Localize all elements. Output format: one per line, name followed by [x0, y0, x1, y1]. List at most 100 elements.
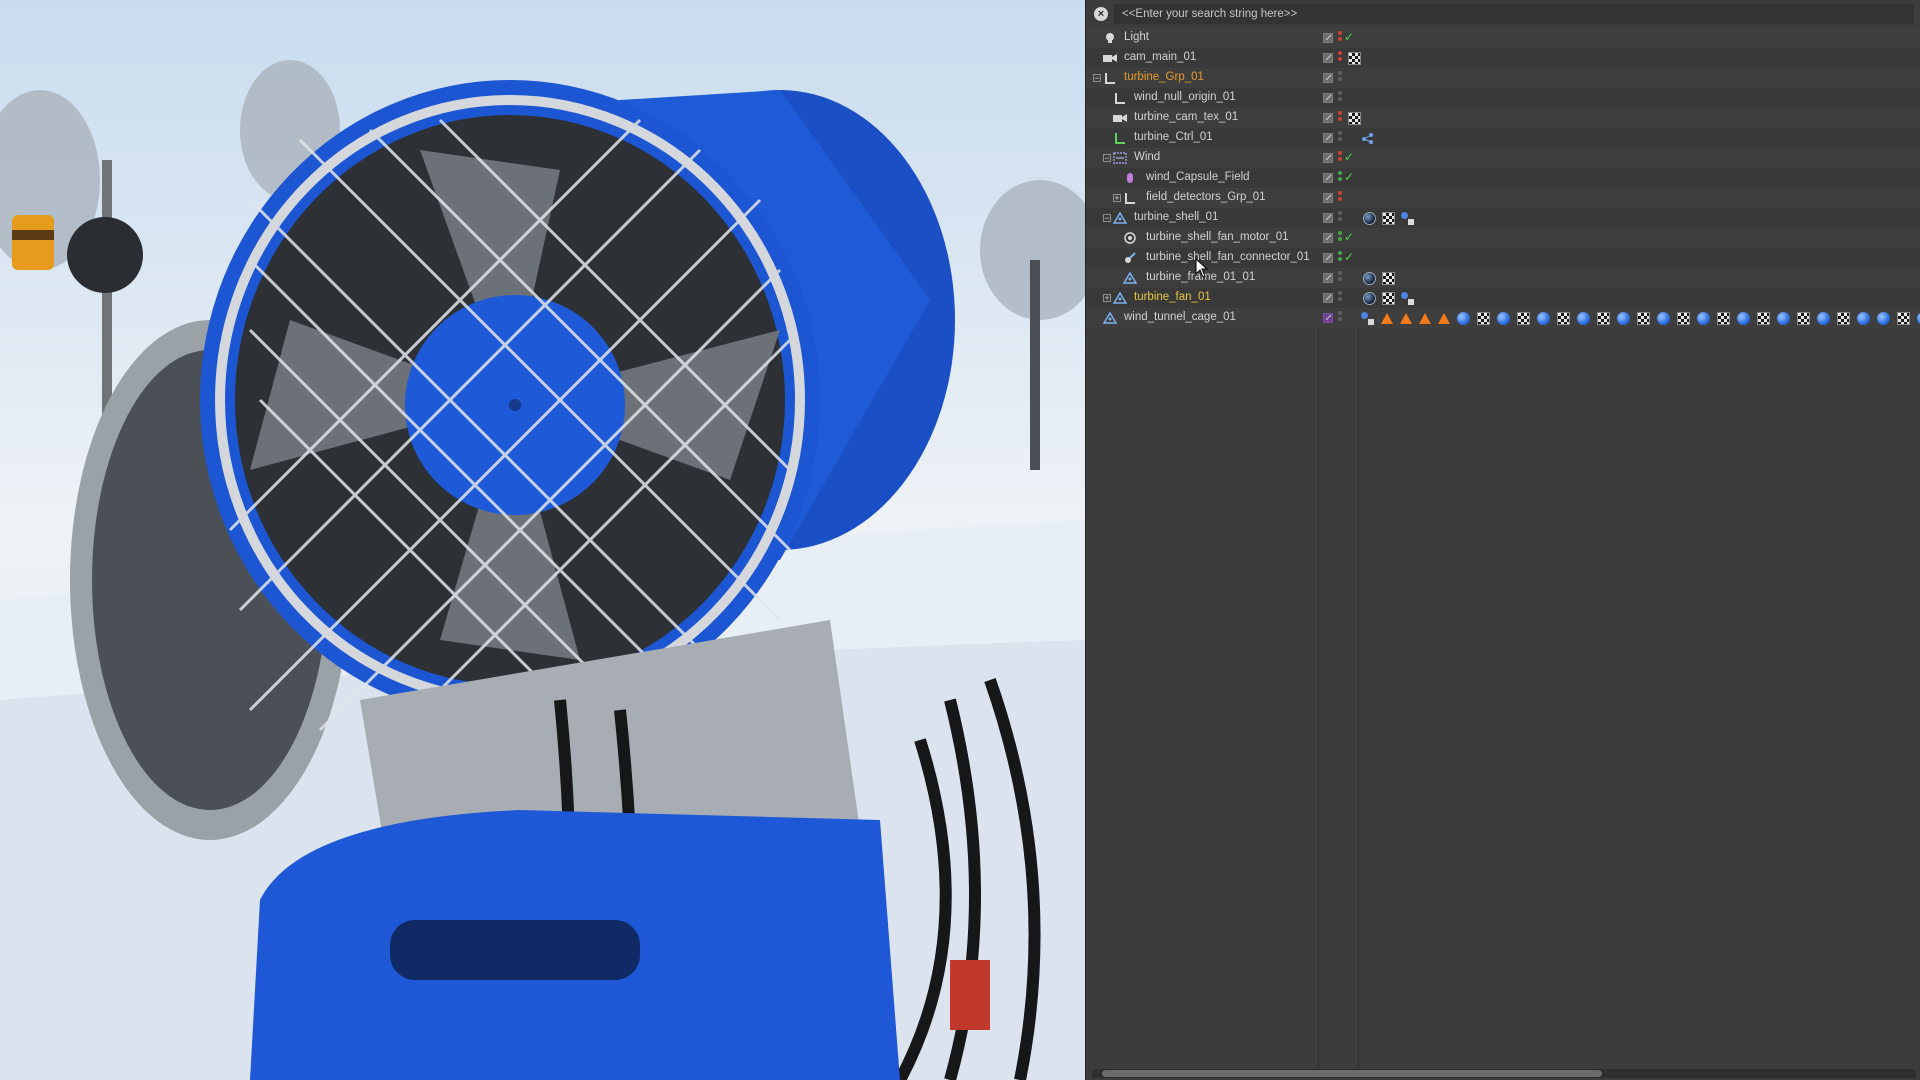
- material-tag-icon[interactable]: [1577, 311, 1590, 325]
- render-dots[interactable]: [1338, 231, 1342, 245]
- visibility-toggle[interactable]: [1323, 193, 1333, 203]
- checker-tag-icon[interactable]: [1382, 271, 1395, 285]
- cone-tag-icon[interactable]: [1438, 312, 1450, 324]
- material-tag-icon[interactable]: [1537, 311, 1550, 325]
- material-tag-icon[interactable]: [1817, 311, 1830, 325]
- selection-tag-icon[interactable]: [1401, 211, 1414, 225]
- checker-tag-icon[interactable]: [1348, 51, 1361, 65]
- checker-tag-icon[interactable]: [1837, 311, 1850, 325]
- visibility-toggle[interactable]: [1323, 233, 1333, 243]
- visibility-toggle[interactable]: [1323, 133, 1333, 143]
- visibility-toggle[interactable]: [1323, 93, 1333, 103]
- render-dots[interactable]: [1338, 271, 1342, 285]
- collapse-icon[interactable]: −: [1093, 74, 1101, 83]
- render-dots[interactable]: [1338, 291, 1342, 305]
- tree-row-cam-main[interactable]: cam_main_01: [1086, 48, 1920, 68]
- cone-tag-icon[interactable]: [1400, 312, 1412, 324]
- cone-tag-icon[interactable]: [1419, 312, 1431, 324]
- checker-tag-icon[interactable]: [1517, 311, 1530, 325]
- null-icon: [1123, 191, 1137, 205]
- tree-row-turbine-shell[interactable]: − turbine_shell_01: [1086, 208, 1920, 228]
- checker-tag-icon[interactable]: [1382, 211, 1395, 225]
- render-dots[interactable]: [1338, 211, 1342, 225]
- material-tag-icon[interactable]: [1363, 291, 1376, 305]
- tree-row-field-detectors[interactable]: + field_detectors_Grp_01: [1086, 188, 1920, 208]
- horizontal-scrollbar[interactable]: [1092, 1069, 1916, 1078]
- material-tag-icon[interactable]: [1697, 311, 1710, 325]
- material-tag-icon[interactable]: [1497, 311, 1510, 325]
- material-tag-icon[interactable]: [1857, 311, 1870, 325]
- search-input[interactable]: [1114, 4, 1914, 24]
- capsule-icon: [1123, 171, 1137, 185]
- collapse-icon[interactable]: −: [1103, 154, 1111, 163]
- tree-row-turbine-cam-tex[interactable]: turbine_cam_tex_01: [1086, 108, 1920, 128]
- tree-row-turbine-ctrl[interactable]: turbine_Ctrl_01: [1086, 128, 1920, 148]
- checker-tag-icon[interactable]: [1677, 311, 1690, 325]
- tree-row-turbine-frame[interactable]: turbine_frame_01_01: [1086, 268, 1920, 288]
- tree-row-wind-null-origin[interactable]: wind_null_origin_01: [1086, 88, 1920, 108]
- visibility-toggle[interactable]: [1323, 253, 1333, 263]
- checker-tag-icon[interactable]: [1477, 311, 1490, 325]
- enabled-check-icon[interactable]: ✓: [1344, 150, 1354, 164]
- tree-row-fan-motor[interactable]: turbine_shell_fan_motor_01 ✓: [1086, 228, 1920, 248]
- checker-tag-icon[interactable]: [1348, 111, 1361, 125]
- enabled-check-icon[interactable]: ✓: [1344, 30, 1354, 44]
- cone-tag-icon[interactable]: [1381, 312, 1393, 324]
- material-tag-icon[interactable]: [1777, 311, 1790, 325]
- visibility-toggle[interactable]: [1323, 153, 1333, 163]
- visibility-toggle[interactable]: [1323, 53, 1333, 63]
- tree-row-turbine-fan[interactable]: + turbine_fan_01: [1086, 288, 1920, 308]
- tree-row-light[interactable]: Light ✓: [1086, 28, 1920, 48]
- tree-row-turbine-grp[interactable]: − turbine_Grp_01: [1086, 68, 1920, 88]
- checker-tag-icon[interactable]: [1597, 311, 1610, 325]
- checker-tag-icon[interactable]: [1797, 311, 1810, 325]
- material-tag-icon[interactable]: [1363, 271, 1376, 285]
- material-tag-icon[interactable]: [1617, 311, 1630, 325]
- enabled-check-icon[interactable]: ✓: [1344, 170, 1354, 184]
- enabled-check-icon[interactable]: ✓: [1344, 230, 1354, 244]
- enabled-check-icon[interactable]: ✓: [1344, 250, 1354, 264]
- render-dots[interactable]: [1338, 191, 1342, 205]
- material-tag-icon[interactable]: [1877, 311, 1890, 325]
- selection-tag-icon[interactable]: [1361, 311, 1374, 325]
- render-dots[interactable]: [1338, 51, 1342, 65]
- render-dots[interactable]: [1338, 131, 1342, 145]
- render-dots[interactable]: [1338, 171, 1342, 185]
- render-dots[interactable]: [1338, 111, 1342, 125]
- collapse-icon[interactable]: −: [1103, 214, 1111, 223]
- tree-row-wind-capsule-field[interactable]: wind_Capsule_Field ✓: [1086, 168, 1920, 188]
- material-tag-icon[interactable]: [1657, 311, 1670, 325]
- visibility-toggle[interactable]: [1323, 313, 1333, 323]
- scrollbar-thumb[interactable]: [1102, 1070, 1602, 1077]
- checker-tag-icon[interactable]: [1382, 291, 1395, 305]
- visibility-toggle[interactable]: [1323, 113, 1333, 123]
- expand-icon[interactable]: +: [1103, 294, 1111, 303]
- visibility-toggle[interactable]: [1323, 73, 1333, 83]
- render-dots[interactable]: [1338, 31, 1342, 45]
- clear-search-icon[interactable]: ×: [1094, 7, 1108, 21]
- material-tag-icon[interactable]: [1457, 311, 1470, 325]
- checker-tag-icon[interactable]: [1757, 311, 1770, 325]
- material-tag-icon[interactable]: [1363, 211, 1376, 225]
- visibility-toggle[interactable]: [1323, 293, 1333, 303]
- render-dots[interactable]: [1338, 151, 1342, 165]
- visibility-toggle[interactable]: [1323, 33, 1333, 43]
- checker-tag-icon[interactable]: [1897, 311, 1910, 325]
- checker-tag-icon[interactable]: [1717, 311, 1730, 325]
- render-dots[interactable]: [1338, 91, 1342, 105]
- tree-row-wind-tunnel-cage[interactable]: wind_tunnel_cage_01: [1086, 308, 1920, 328]
- tree-row-wind[interactable]: − Wind ✓: [1086, 148, 1920, 168]
- visibility-toggle[interactable]: [1323, 173, 1333, 183]
- selection-tag-icon[interactable]: [1401, 291, 1414, 305]
- render-dots[interactable]: [1338, 311, 1342, 325]
- tree-row-fan-connector[interactable]: turbine_shell_fan_connector_01 ✓: [1086, 248, 1920, 268]
- xpresso-tag-icon[interactable]: [1361, 132, 1374, 145]
- visibility-toggle[interactable]: [1323, 273, 1333, 283]
- expand-icon[interactable]: +: [1113, 194, 1121, 203]
- render-dots[interactable]: [1338, 71, 1342, 85]
- checker-tag-icon[interactable]: [1637, 311, 1650, 325]
- visibility-toggle[interactable]: [1323, 213, 1333, 223]
- checker-tag-icon[interactable]: [1557, 311, 1570, 325]
- render-dots[interactable]: [1338, 251, 1342, 265]
- material-tag-icon[interactable]: [1737, 311, 1750, 325]
